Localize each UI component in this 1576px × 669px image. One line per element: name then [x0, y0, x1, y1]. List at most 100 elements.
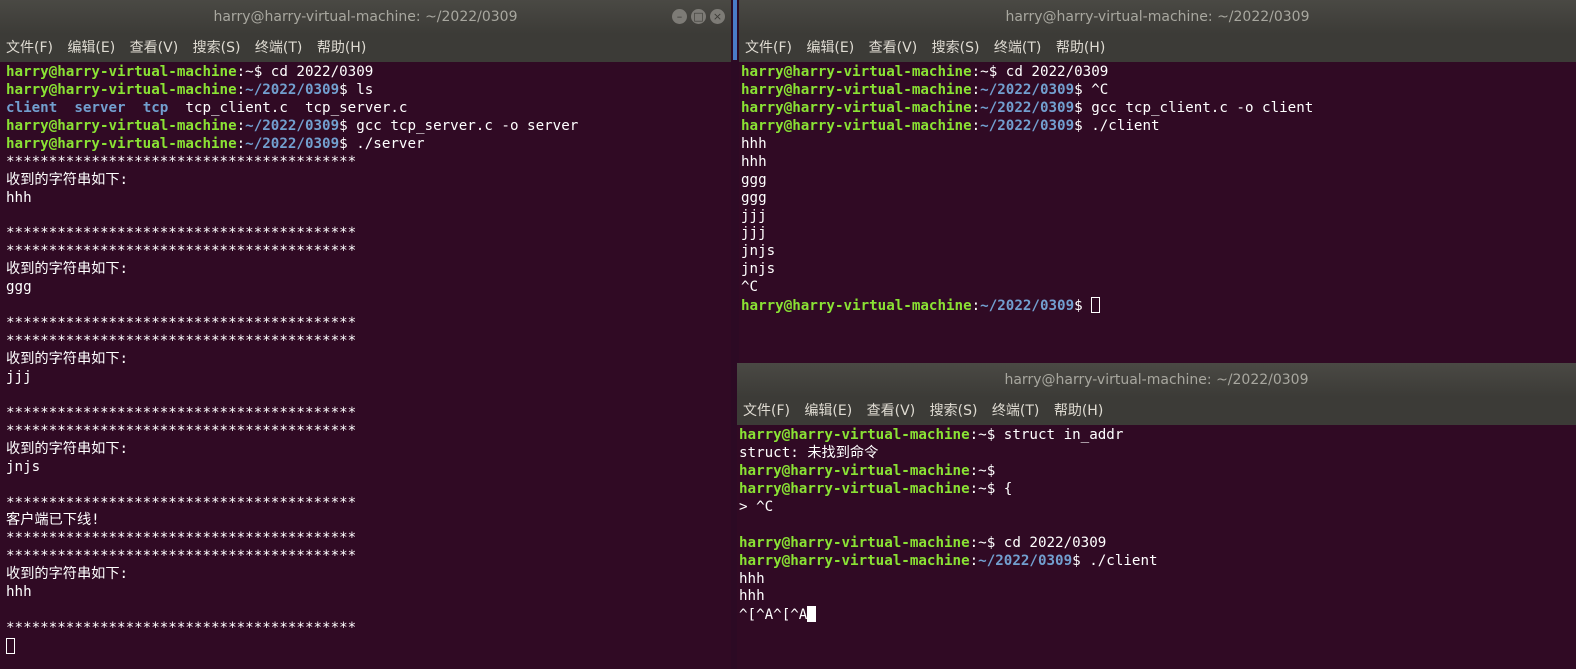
terminal-window-client-2[interactable]: harry@harry-virtual-machine: ~/2022/0309… — [737, 363, 1576, 669]
terminal-text: ^C — [741, 279, 759, 296]
terminal-line: 收到的字符串如下: — [6, 172, 731, 190]
menu-file[interactable]: 文件(F) — [745, 40, 792, 56]
menu-search[interactable]: 搜索(S) — [932, 40, 980, 56]
terminal-text: harry@harry-virtual-machine — [739, 427, 970, 443]
terminal-text: hhh — [741, 153, 767, 170]
terminal-text: 收到的字符串如下: — [6, 171, 129, 188]
terminal-text: hhh — [741, 135, 767, 152]
terminal-line: 客户端已下线! — [6, 512, 731, 530]
terminal-text: : — [236, 117, 246, 134]
terminal-text: ~/2022/0309 — [245, 81, 340, 98]
terminal-line: ****************************************… — [6, 333, 731, 351]
menu-view[interactable]: 查看(V) — [867, 403, 916, 419]
window-controls: – □ × — [668, 9, 725, 25]
terminal-text: tcp — [142, 99, 169, 116]
terminal-text: :~$ struct in_addr — [969, 427, 1124, 443]
terminal-line: harry@harry-virtual-machine:~$ cd 2022/0… — [739, 535, 1576, 553]
terminal-line: ****************************************… — [6, 243, 731, 261]
terminal-text: ****************************************… — [6, 315, 357, 332]
terminal-text: hhh — [739, 588, 765, 605]
terminal-text: ~/2022/0309 — [980, 99, 1075, 116]
menu-help[interactable]: 帮助(H) — [317, 40, 366, 56]
terminal-text: : — [971, 298, 981, 315]
terminal-text: :~$ — [969, 462, 996, 479]
menu-search[interactable]: 搜索(S) — [193, 40, 241, 56]
terminal-text: server — [74, 99, 126, 116]
close-icon[interactable]: × — [710, 9, 725, 24]
terminal-line — [6, 638, 731, 656]
window-title: harry@harry-virtual-machine: ~/2022/0309 — [0, 0, 731, 34]
menu-help[interactable]: 帮助(H) — [1054, 403, 1103, 419]
menu-edit[interactable]: 编辑(E) — [806, 40, 854, 56]
terminal-text: > ^C — [739, 498, 774, 515]
terminal-text: : — [236, 135, 246, 152]
terminal-line: harry@harry-virtual-machine:~/2022/0309$… — [741, 82, 1576, 100]
terminal-text: harry@harry-virtual-machine — [739, 480, 970, 497]
terminal-line: ****************************************… — [6, 548, 731, 566]
terminal-line: harry@harry-virtual-machine:~/2022/0309$… — [741, 118, 1576, 136]
terminal-text: : — [971, 81, 981, 98]
terminal-text: hhh — [6, 584, 32, 601]
terminal-window-client[interactable]: harry@harry-virtual-machine: ~/2022/0309… — [739, 0, 1576, 366]
terminal-text: ^[^A^[^A — [739, 607, 808, 624]
terminal-line: hhh — [741, 154, 1576, 172]
menu-terminal[interactable]: 终端(T) — [994, 40, 1041, 56]
terminal-text: tcp_client.c tcp_server.c — [168, 99, 408, 116]
terminal-line: ggg — [741, 172, 1576, 190]
menu-file[interactable]: 文件(F) — [743, 403, 790, 419]
focus-indicator — [733, 0, 737, 60]
terminal-text: $ gcc tcp_server.c -o server — [339, 117, 579, 134]
terminal-line: hhh — [6, 190, 731, 208]
terminal-text: :~$ { — [969, 480, 1013, 497]
terminal-text: 收到的字符串如下: — [6, 351, 129, 367]
terminal-line: ****************************************… — [6, 495, 731, 513]
terminal-text: ~/2022/0309 — [980, 117, 1075, 134]
terminal-text: harry@harry-virtual-machine — [6, 135, 237, 152]
terminal-text: : — [971, 99, 981, 116]
terminal-text: jjj — [6, 368, 32, 385]
terminal-line: harry@harry-virtual-machine:~/2022/0309$… — [6, 82, 731, 100]
terminal-text: struct: 未找到命令 — [739, 444, 879, 461]
menu-view[interactable]: 查看(V) — [130, 40, 179, 56]
terminal-text: harry@harry-virtual-machine — [739, 462, 970, 479]
terminal-line: ****************************************… — [6, 423, 731, 441]
terminal-line: jnjs — [741, 261, 1576, 279]
terminal-line: hhh — [741, 136, 1576, 154]
menu-bar: 文件(F) 编辑(E) 查看(V) 搜索(S) 终端(T) 帮助(H) — [737, 397, 1576, 425]
maximize-icon[interactable]: □ — [691, 9, 706, 24]
terminal-output[interactable]: harry@harry-virtual-machine:~$ cd 2022/0… — [739, 62, 1576, 366]
menu-edit[interactable]: 编辑(E) — [67, 40, 115, 56]
terminal-line: harry@harry-virtual-machine:~/2022/0309$… — [739, 553, 1576, 571]
terminal-window-server[interactable]: harry@harry-virtual-machine: ~/2022/0309… — [0, 0, 731, 669]
terminal-text: ggg — [741, 189, 767, 206]
menu-file[interactable]: 文件(F) — [6, 40, 53, 56]
terminal-line: harry@harry-virtual-machine:~$ struct in… — [739, 427, 1576, 445]
terminal-text: 收到的字符串如下: — [6, 440, 129, 457]
terminal-output[interactable]: harry@harry-virtual-machine:~$ struct in… — [737, 425, 1576, 669]
menu-search[interactable]: 搜索(S) — [930, 403, 978, 419]
terminal-line: ****************************************… — [6, 405, 731, 423]
terminal-line: ****************************************… — [6, 154, 731, 172]
terminal-line: harry@harry-virtual-machine:~$ — [739, 463, 1576, 481]
terminal-text: harry@harry-virtual-machine — [6, 117, 237, 134]
menu-view[interactable]: 查看(V) — [869, 40, 918, 56]
menu-terminal[interactable]: 终端(T) — [255, 40, 302, 56]
terminal-text: jjj — [741, 207, 767, 224]
terminal-line: ****************************************… — [6, 315, 731, 333]
terminal-line: client server tcp tcp_client.c tcp_serve… — [6, 100, 731, 118]
terminal-text: ggg — [741, 171, 767, 188]
menu-terminal[interactable]: 终端(T) — [992, 403, 1039, 419]
terminal-text: ****************************************… — [6, 494, 357, 511]
minimize-icon[interactable]: – — [672, 9, 687, 24]
terminal-line: jjj — [6, 369, 731, 387]
terminal-text: ****************************************… — [6, 422, 357, 439]
terminal-text: ggg — [6, 279, 32, 296]
terminal-output[interactable]: harry@harry-virtual-machine:~$ cd 2022/0… — [0, 62, 731, 669]
terminal-line: hhh — [6, 584, 731, 602]
menu-edit[interactable]: 编辑(E) — [804, 403, 852, 419]
terminal-text: : — [969, 552, 979, 569]
menu-help[interactable]: 帮助(H) — [1056, 40, 1105, 56]
terminal-text: ****************************************… — [6, 333, 357, 350]
terminal-line: hhh — [739, 588, 1576, 606]
